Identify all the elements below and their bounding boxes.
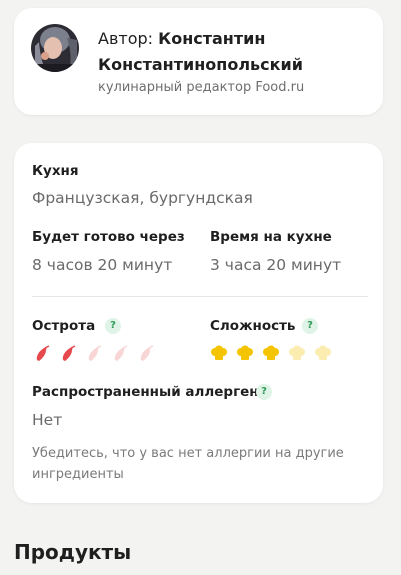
spiciness-label: Острота — [32, 318, 96, 334]
allergen-value: Нет — [32, 411, 63, 429]
author-prefix: Автор: — [98, 29, 154, 48]
kitchen-time-value: 3 часа 20 минут — [210, 256, 342, 274]
divider — [32, 296, 368, 297]
kitchen-time-label: Время на кухне — [210, 229, 332, 245]
allergen-label: Распространенный аллерген — [32, 384, 259, 400]
spiciness-help-icon[interactable]: ? — [105, 318, 121, 334]
chef-hat-icon — [288, 345, 306, 367]
author-avatar[interactable] — [31, 24, 79, 72]
difficulty-label: Сложность — [210, 318, 296, 334]
author-line: Автор: Константин Константинопольский — [98, 26, 368, 78]
ready-time-label: Будет готово через — [32, 229, 185, 245]
chef-hat-icon — [210, 345, 228, 367]
recipe-info-card: Кухня Французская, бургундская Будет гот… — [14, 143, 383, 503]
chef-hat-icon — [314, 345, 332, 367]
difficulty-rating — [210, 345, 332, 367]
pepper-icon — [60, 345, 78, 367]
products-title: Продукты — [14, 540, 132, 564]
pepper-icon — [86, 345, 104, 367]
cuisine-label: Кухня — [32, 163, 79, 179]
author-role: кулинарный редактор Food.ru — [98, 80, 305, 95]
chef-hat-icon — [262, 345, 280, 367]
cuisine-value: Французская, бургундская — [32, 189, 253, 207]
allergen-help-icon[interactable]: ? — [256, 384, 272, 400]
spiciness-rating — [34, 345, 156, 367]
pepper-icon — [34, 345, 52, 367]
allergen-note: Убедитесь, что у вас нет аллергии на дру… — [32, 446, 344, 482]
author-card: Автор: Константин Константинопольский ку… — [14, 8, 383, 115]
pepper-icon — [112, 345, 130, 367]
chef-hat-icon — [236, 345, 254, 367]
difficulty-help-icon[interactable]: ? — [302, 318, 318, 334]
pepper-icon — [138, 345, 156, 367]
ready-time-value: 8 часов 20 минут — [32, 256, 173, 274]
